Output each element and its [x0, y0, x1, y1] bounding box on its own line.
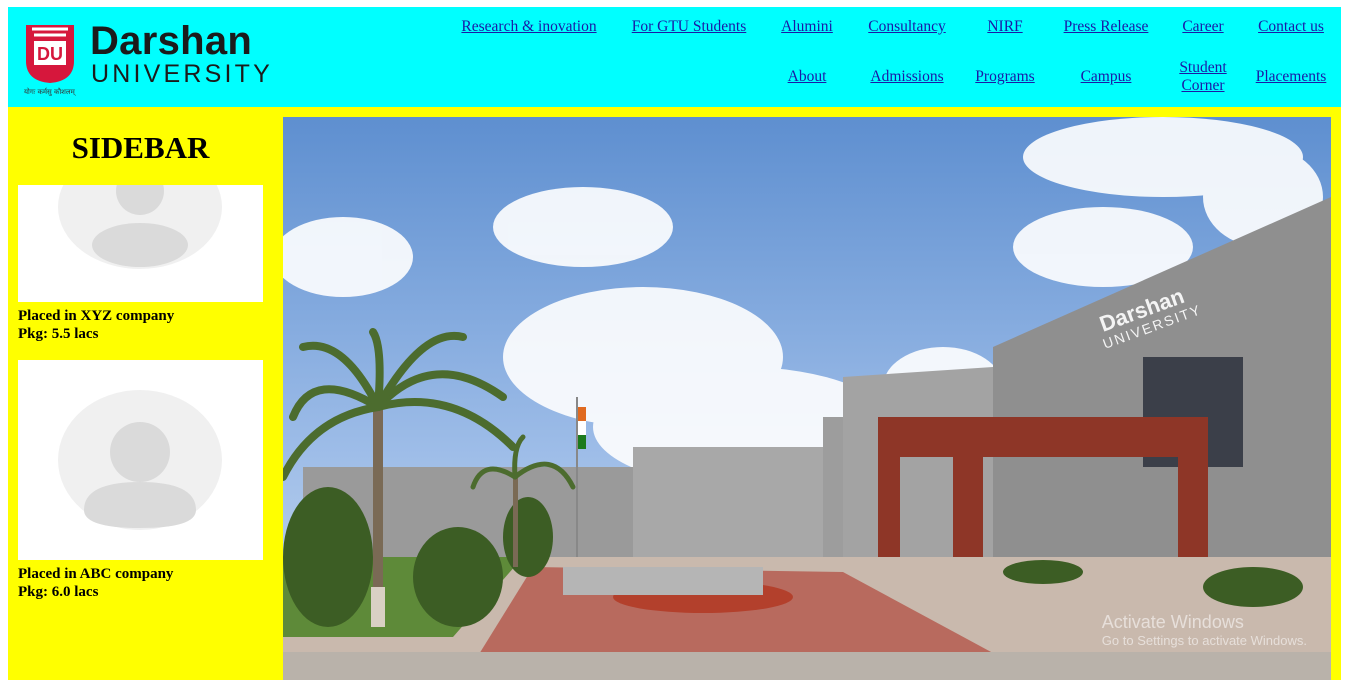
campus-hero-image: Darshan UNIVERSITY Activate Windows Go t… [283, 117, 1331, 680]
placement-package: Pkg: 6.0 lacs [18, 584, 99, 600]
nav-programs[interactable]: Programs [975, 68, 1034, 86]
logo-shield-icon: DU [26, 25, 74, 83]
placement-package: Pkg: 5.5 lacs [18, 326, 99, 342]
sidebar-title: SIDEBAR [71, 130, 210, 165]
nav-admissions[interactable]: Admissions [870, 68, 943, 86]
placement-card-1-image [18, 185, 263, 302]
nav-student-corner[interactable]: Student Corner [1173, 59, 1233, 95]
nav-consultancy[interactable]: Consultancy [868, 18, 946, 36]
placement-company: Placed in XYZ company [18, 308, 175, 324]
logo-mark-text: DU [37, 44, 63, 64]
placement-card-1-text: Placed in XYZ company Pkg: 5.5 lacs [18, 307, 268, 343]
nav-gtu-students[interactable]: For GTU Students [632, 18, 747, 36]
logo-subtitle: UNIVERSITY [91, 60, 274, 88]
header: DU Darshan UNIVERSITY योगः कर्मसु कौशलम्… [8, 7, 1341, 107]
nav-press-release[interactable]: Press Release [1064, 18, 1149, 36]
os-watermark-subtitle: Go to Settings to activate Windows. [1101, 633, 1307, 648]
nav-about[interactable]: About [788, 68, 827, 86]
nav-alumni[interactable]: Alumini [781, 18, 833, 36]
nav-campus[interactable]: Campus [1081, 68, 1132, 86]
placement-company: Placed in ABC company [18, 566, 174, 582]
nav-nirf[interactable]: NIRF [987, 18, 1022, 36]
avatar-placeholder-icon [58, 185, 222, 269]
page-frame: DU Darshan UNIVERSITY योगः कर्मसु कौशलम्… [8, 7, 1341, 680]
os-activation-watermark: Activate Windows Go to Settings to activ… [1102, 612, 1307, 650]
sidebar: SIDEBAR Placed in XYZ company Pkg: 5.5 l… [8, 107, 283, 680]
placement-card-2-text: Placed in ABC company Pkg: 6.0 lacs [18, 565, 268, 601]
nav-research[interactable]: Research & inovation [461, 18, 596, 36]
main-area: SIDEBAR Placed in XYZ company Pkg: 5.5 l… [8, 107, 1341, 680]
placement-card-2-image [18, 360, 263, 560]
nav-contact[interactable]: Contact us [1258, 18, 1324, 36]
avatar-placeholder-icon [58, 390, 222, 530]
logo-name: Darshan [90, 19, 253, 63]
os-watermark-title: Activate Windows [1101, 612, 1244, 632]
nav-career[interactable]: Career [1182, 18, 1223, 36]
logo-tagline: योगः कर्मसु कौशलम् [24, 88, 75, 96]
campus-photo: Darshan UNIVERSITY [283, 117, 1331, 680]
nav-placements[interactable]: Placements [1256, 68, 1327, 86]
university-logo[interactable]: DU Darshan UNIVERSITY योगः कर्मसु कौशलम् [22, 19, 270, 101]
